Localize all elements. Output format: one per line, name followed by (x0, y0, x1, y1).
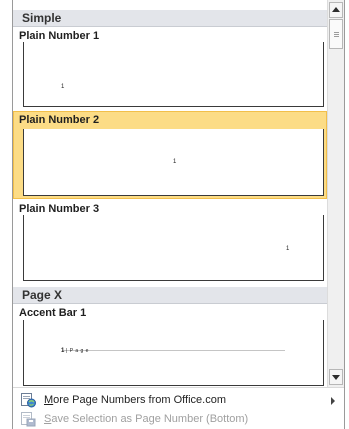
submenu-arrow-icon (331, 397, 335, 405)
scroll-down-button[interactable] (329, 369, 343, 385)
gallery-item-label: Plain Number 3 (19, 203, 100, 215)
menu-commands: More Page Numbers from Office.com Save S… (13, 387, 344, 429)
accent-bar-line (62, 350, 285, 351)
page-number-preview: 1 (61, 348, 65, 354)
save-selection-label: Save Selection as Page Number (Bottom) (44, 413, 249, 425)
more-page-numbers-menu-item[interactable]: More Page Numbers from Office.com (13, 391, 344, 410)
grip-line (334, 36, 339, 37)
page-number-preview: 1 (286, 246, 290, 252)
save-selection-menu-item[interactable]: Save Selection as Page Number (Bottom) (13, 410, 344, 429)
save-to-gallery-icon (21, 412, 36, 427)
gallery-scrollbar[interactable] (327, 0, 344, 387)
page-preview: 1 (23, 129, 324, 196)
section-header-page-x: Page X (13, 287, 327, 304)
grip-line (334, 34, 339, 35)
gallery-item-label: Plain Number 2 (19, 114, 100, 126)
section-header-simple: Simple (13, 10, 327, 27)
page-preview: 1 (23, 215, 324, 281)
scroll-thumb[interactable] (329, 19, 343, 49)
page-number-preview: 1 (173, 159, 177, 165)
gallery-item-accent-bar-1[interactable]: Accent Bar 1 1 | P a g e (13, 304, 327, 387)
page-preview: 1 | P a g e (23, 320, 324, 386)
scroll-up-button[interactable] (329, 2, 343, 18)
page-number-gallery-dropdown: Simple Plain Number 1 1 Plain Number 2 1… (12, 0, 345, 429)
grip-line (334, 32, 339, 33)
more-page-numbers-label: More Page Numbers from Office.com (44, 394, 226, 406)
gallery-item-label: Accent Bar 1 (19, 307, 87, 319)
section-header-label: Simple (22, 11, 62, 25)
office-online-icon (21, 393, 36, 408)
scroll-up-arrow-icon (332, 7, 340, 12)
section-header-label: Page X (22, 288, 63, 302)
gallery-list: Simple Plain Number 1 1 Plain Number 2 1… (13, 0, 327, 387)
page-number-preview: 1 (61, 84, 65, 90)
scroll-down-arrow-icon (332, 375, 340, 380)
gallery-item-plain-number-1[interactable]: Plain Number 1 1 (13, 27, 327, 110)
gallery-item-plain-number-3[interactable]: Plain Number 3 1 (13, 200, 327, 286)
gallery-item-label: Plain Number 1 (19, 30, 100, 42)
page-preview: 1 (23, 42, 324, 107)
gallery-item-plain-number-2[interactable]: Plain Number 2 1 (13, 111, 327, 199)
page-word-preview: | P a g e (66, 348, 89, 354)
